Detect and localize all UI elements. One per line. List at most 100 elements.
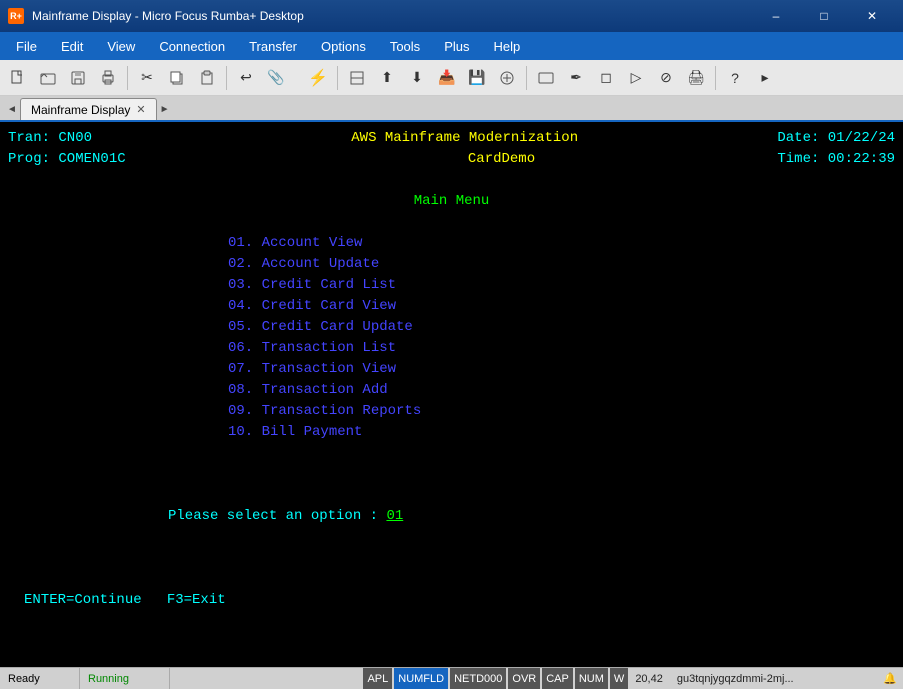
main-area: Tran: CN00AWS Mainframe ModernizationDat… — [0, 122, 903, 667]
menu-plus[interactable]: Plus — [432, 35, 481, 58]
menu-file[interactable]: File — [4, 35, 49, 58]
terminal-line: 03. Credit Card List — [8, 275, 895, 296]
window-controls: – □ ✕ — [753, 3, 895, 29]
toolbar-stop[interactable]: ⊘ — [652, 64, 680, 92]
prompt-value[interactable]: 01 — [386, 508, 403, 524]
maximize-button[interactable]: □ — [801, 3, 847, 29]
toolbar-attach[interactable]: 📎 — [262, 64, 290, 92]
menu-tools[interactable]: Tools — [378, 35, 432, 58]
status-cap: CAP — [542, 668, 573, 689]
terminal-line: 07. Transaction View — [8, 359, 895, 380]
menu-item-7: 07. Transaction View — [8, 359, 396, 380]
toolbar-record[interactable]: ◻ — [592, 64, 620, 92]
toolbar-host-print[interactable] — [343, 64, 371, 92]
terminal-line: ENTER=Continue F3=Exit — [8, 590, 895, 611]
toolbar-open[interactable] — [34, 64, 62, 92]
bell-icon[interactable]: 🔔 — [877, 672, 903, 685]
toolbar-send[interactable]: 💾 — [463, 64, 491, 92]
status-w: W — [610, 668, 628, 689]
tab-scroll-right[interactable]: ► — [157, 98, 173, 120]
toolbar-paste[interactable] — [193, 64, 221, 92]
terminal-line — [8, 527, 895, 548]
terminal-line: Main Menu — [8, 191, 895, 212]
date-field: Date: 01/22/24 — [777, 128, 895, 149]
menu-item-5: 05. Credit Card Update — [8, 317, 413, 338]
menu-item-10: 10. Bill Payment — [8, 422, 362, 443]
title-bar: R+ Mainframe Display - Micro Focus Rumba… — [0, 0, 903, 32]
status-ready: Ready — [0, 668, 80, 689]
minimize-button[interactable]: – — [753, 3, 799, 29]
terminal-line: 01. Account View — [8, 233, 895, 254]
menu-connection[interactable]: Connection — [147, 35, 237, 58]
terminal-line — [8, 212, 895, 233]
tran-field: Tran: CN00 — [8, 128, 92, 149]
status-bar: Ready Running APL NUMFLD NETD000 OVR CAP… — [0, 667, 903, 689]
close-button[interactable]: ✕ — [849, 3, 895, 29]
toolbar-send2[interactable] — [493, 64, 521, 92]
toolbar-play[interactable]: ▷ — [622, 64, 650, 92]
menu-edit[interactable]: Edit — [49, 35, 95, 58]
toolbar-down[interactable]: ⬇ — [403, 64, 431, 92]
terminal-line — [8, 569, 895, 590]
terminal-line: Tran: CN00AWS Mainframe ModernizationDat… — [8, 128, 895, 149]
menu-transfer[interactable]: Transfer — [237, 35, 309, 58]
terminal-line: Prog: COMEN01CCardDemoTime: 00:22:39 — [8, 149, 895, 170]
toolbar-undo[interactable]: ↩ — [232, 64, 260, 92]
menu-title: Main Menu — [8, 191, 895, 212]
menu-item-1: 01. Account View — [8, 233, 362, 254]
toolbar-print[interactable] — [94, 64, 122, 92]
terminal-line: 08. Transaction Add — [8, 380, 895, 401]
status-apl: APL — [363, 668, 392, 689]
toolbar-copy[interactable] — [163, 64, 191, 92]
terminal-line: 05. Credit Card Update — [8, 317, 895, 338]
tab-scroll-left[interactable]: ◄ — [4, 98, 20, 120]
menu-item-8: 08. Transaction Add — [8, 380, 388, 401]
terminal-line: 02. Account Update — [8, 254, 895, 275]
menu-view[interactable]: View — [95, 35, 147, 58]
toolbar: ✂ ↩ 📎 ⚡ ⬆ ⬇ 📥 💾 ✒ ◻ ▷ ⊘ 🖨 ? ▸ — [0, 60, 903, 96]
terminal-line: Please select an option : 01 — [8, 506, 895, 527]
status-running: Running — [80, 668, 170, 689]
toolbar-macro[interactable]: ✒ — [562, 64, 590, 92]
terminal-line: 06. Transaction List — [8, 338, 895, 359]
status-ovr: OVR — [508, 668, 540, 689]
status-numfld: NUMFLD — [394, 668, 448, 689]
toolbar-help[interactable]: ? — [721, 64, 749, 92]
footer-commands: ENTER=Continue F3=Exit — [8, 590, 226, 611]
terminal-line — [8, 548, 895, 569]
toolbar-screen[interactable] — [532, 64, 560, 92]
status-num: NUM — [575, 668, 608, 689]
menu-item-4: 04. Credit Card View — [8, 296, 396, 317]
menu-help[interactable]: Help — [481, 35, 532, 58]
toolbar-lightning[interactable]: ⚡ — [304, 64, 332, 92]
toolbar-up[interactable]: ⬆ — [373, 64, 401, 92]
menu-item-9: 09. Transaction Reports — [8, 401, 421, 422]
menu-options[interactable]: Options — [309, 35, 378, 58]
menu-item-2: 02. Account Update — [8, 254, 379, 275]
terminal-line: 10. Bill Payment — [8, 422, 895, 443]
toolbar-print2[interactable]: 🖨 — [682, 64, 710, 92]
terminal-line: 04. Credit Card View — [8, 296, 895, 317]
toolbar-more[interactable]: ▸ — [751, 64, 779, 92]
tab-label: Mainframe Display — [31, 103, 130, 117]
status-netd: NETD000 — [450, 668, 506, 689]
menu-item-3: 03. Credit Card List — [8, 275, 396, 296]
terminal-line — [8, 485, 895, 506]
terminal-line — [8, 170, 895, 191]
toolbar-receive[interactable]: 📥 — [433, 64, 461, 92]
app-icon: R+ — [8, 8, 24, 24]
mainframe-display-tab[interactable]: Mainframe Display ✕ — [20, 98, 157, 120]
toolbar-cut[interactable]: ✂ — [133, 64, 161, 92]
toolbar-new[interactable] — [4, 64, 32, 92]
toolbar-save[interactable] — [64, 64, 92, 92]
prompt-text: Please select an option : 01 — [8, 506, 403, 527]
terminal[interactable]: Tran: CN00AWS Mainframe ModernizationDat… — [0, 122, 903, 667]
tab-close-icon[interactable]: ✕ — [136, 103, 145, 116]
header-carddemo: CardDemo — [126, 149, 778, 170]
terminal-line: 09. Transaction Reports — [8, 401, 895, 422]
status-session: gu3tqnjygqzdmmi-2mj... — [669, 668, 877, 689]
prog-field: Prog: COMEN01C — [8, 149, 126, 170]
time-field: Time: 00:22:39 — [777, 149, 895, 170]
status-coords: 20,42 — [629, 673, 669, 685]
menu-bar: File Edit View Connection Transfer Optio… — [0, 32, 903, 60]
